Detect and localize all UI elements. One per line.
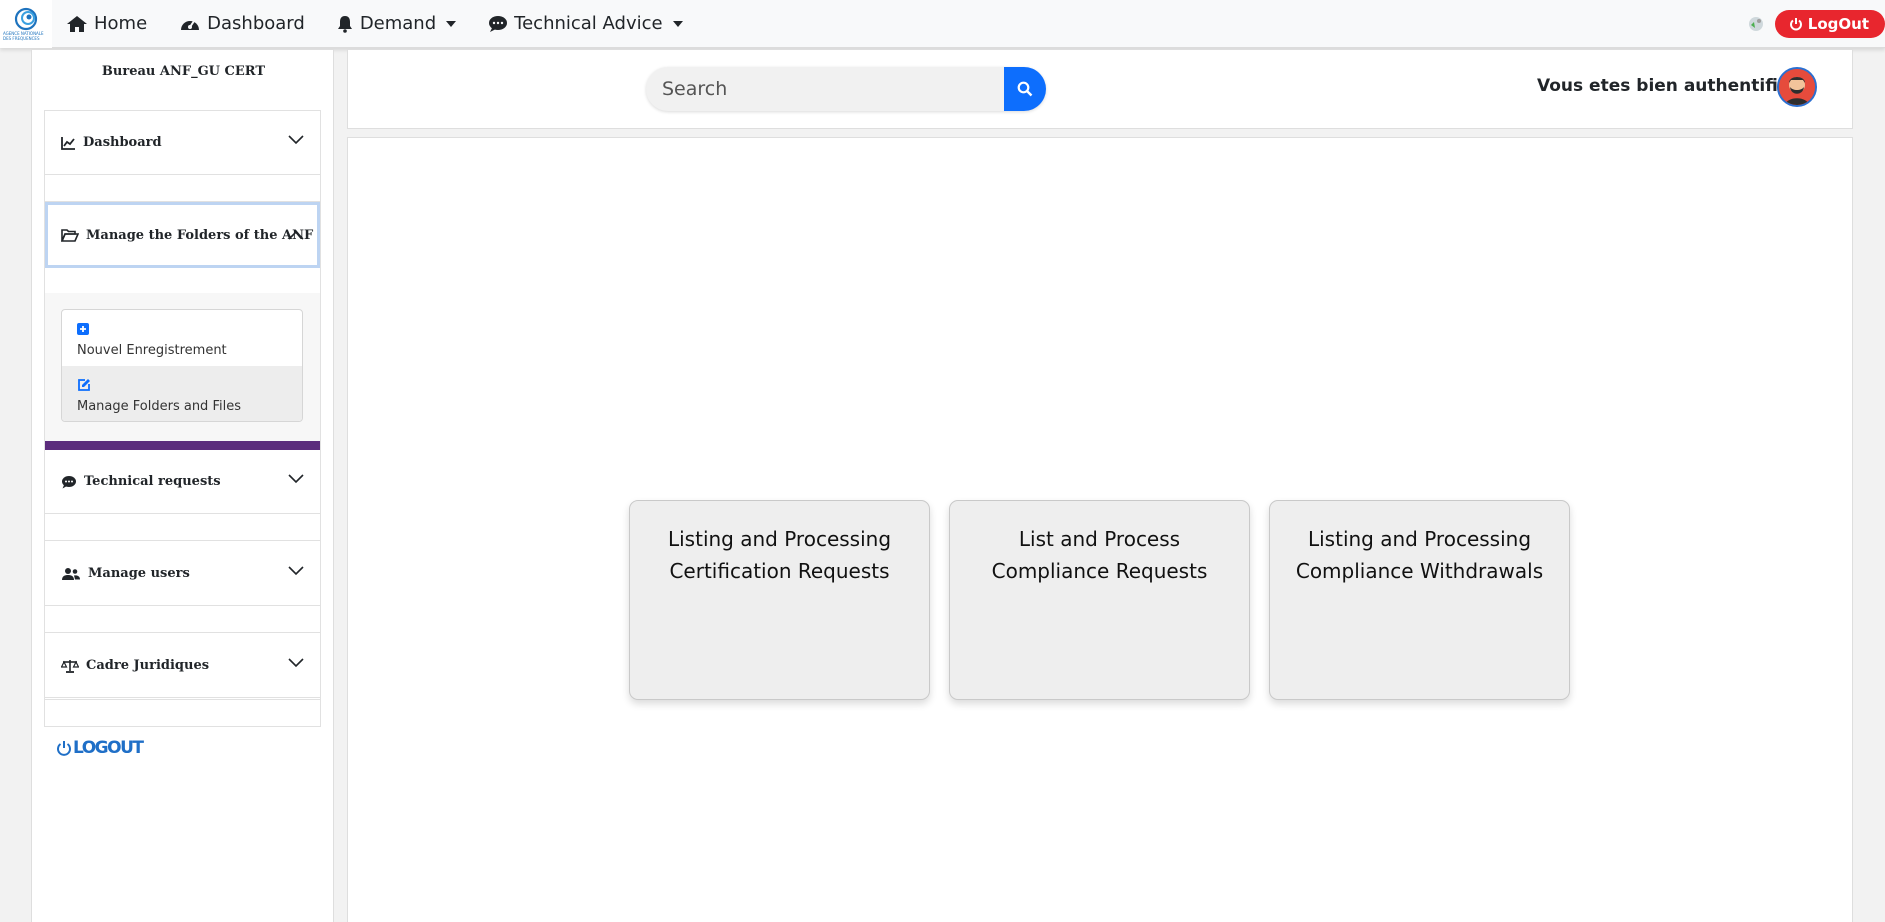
sidebar-item-label: Technical requests (84, 474, 221, 489)
sidebar-item-manage-folders[interactable]: Manage the Folders of the ANF (45, 202, 320, 268)
chevron-down-icon (288, 658, 304, 668)
top-navbar: AGENCE NATIONALE DES FREQUENCES Home Das… (0, 0, 1885, 48)
search-bar (646, 67, 1046, 111)
nav-technical-advice-dropdown[interactable]: Technical Advice (488, 0, 683, 48)
comment-icon (489, 15, 508, 32)
user-avatar-icon (1779, 69, 1815, 105)
folder-open-icon (61, 229, 79, 242)
chart-line-icon (61, 136, 75, 150)
tile-compliance-withdrawals[interactable]: Listing and Processing Compliance Withdr… (1269, 500, 1570, 700)
sidebar-logout-link[interactable]: LOGOUT (56, 738, 144, 758)
logout-button-label: LogOut (1807, 15, 1869, 33)
search-icon (1017, 81, 1033, 97)
divider (45, 632, 320, 633)
nav-home[interactable]: Home (66, 0, 147, 48)
submenu-item-manage-folders-files[interactable]: Manage Folders and Files (62, 366, 302, 421)
balance-scale-icon (61, 659, 79, 673)
bell-icon (337, 15, 352, 33)
comment-icon (62, 475, 76, 488)
manage-folders-submenu: Nouvel Enregistrement Manage Folders and… (45, 293, 320, 441)
nav-home-label: Home (94, 13, 148, 34)
sidebar-item-manage-users[interactable]: Manage users (45, 542, 320, 606)
nav-technical-advice-label: Technical Advice (514, 13, 663, 34)
brand-logo[interactable]: AGENCE NATIONALE DES FREQUENCES (0, 0, 52, 48)
language-globe-icon[interactable] (1737, 5, 1775, 43)
nav-demand-label: Demand (359, 13, 437, 34)
tile-certification-requests[interactable]: Listing and Processing Certification Req… (629, 500, 930, 700)
search-button[interactable] (1004, 67, 1046, 111)
submenu-item-label: Nouvel Enregistrement (77, 343, 227, 358)
submenu-item-nouvel-enregistrement[interactable]: Nouvel Enregistrement (62, 310, 302, 366)
caret-down-icon (446, 20, 457, 27)
chevron-up-icon (288, 230, 304, 240)
nav-demand-dropdown[interactable]: Demand (336, 0, 457, 48)
navbar-right: LogOut (1737, 0, 1885, 48)
caret-down-icon (672, 20, 683, 27)
sidebar-item-technical-requests[interactable]: Technical requests (45, 450, 320, 514)
sidebar-item-cadre-juridiques[interactable]: Cadre Juridiques (45, 634, 320, 698)
brand-text: AGENCE NATIONALE DES FREQUENCES (3, 30, 44, 41)
power-icon (57, 741, 71, 756)
divider (45, 540, 320, 541)
chevron-down-icon (288, 474, 304, 484)
nav-dashboard-label: Dashboard (207, 13, 305, 34)
anf-logo: AGENCE NATIONALE DES FREQUENCES (3, 3, 49, 45)
tile-compliance-requests[interactable]: List and Process Compliance Requests (949, 500, 1250, 700)
submenu-item-label: Manage Folders and Files (77, 399, 241, 414)
logout-button[interactable]: LogOut (1774, 10, 1885, 38)
sidebar-item-label: Cadre Juridiques (86, 658, 210, 673)
sidebar-item-label: Manage the Folders of the ANF (86, 227, 314, 243)
nav-dashboard[interactable]: Dashboard (179, 0, 305, 48)
sidebar-item-label: Dashboard (83, 135, 162, 150)
plus-square-icon (77, 323, 89, 335)
tachometer-icon (181, 19, 200, 30)
sidebar-item-dashboard[interactable]: Dashboard (45, 111, 320, 175)
header-card: Vous etes bien authentifié (347, 49, 1853, 129)
logo-swirl-icon (14, 7, 38, 30)
auth-status-text: Vous etes bien authentifié (1537, 76, 1790, 96)
submenu-list: Nouvel Enregistrement Manage Folders and… (61, 309, 303, 422)
accent-divider (45, 441, 320, 450)
users-icon (62, 567, 80, 580)
chevron-down-icon (288, 135, 304, 145)
main-content: Listing and Processing Certification Req… (347, 137, 1853, 922)
sidebar-logout-label: LOGOUT (73, 738, 144, 758)
bureau-title: Bureau ANF_GU CERT (101, 64, 266, 79)
sidebar-accordion: Dashboard Manage the Folders of the ANF … (44, 110, 321, 727)
avatar[interactable] (1777, 67, 1817, 107)
search-input[interactable] (646, 67, 1006, 111)
edit-icon (78, 379, 90, 391)
chevron-down-icon (288, 566, 304, 576)
divider (45, 699, 320, 700)
sidebar: Bureau ANF_GU CERT Dashboard Manage the … (31, 49, 334, 922)
power-icon (1789, 18, 1802, 31)
sidebar-item-label: Manage users (88, 566, 190, 581)
home-icon (67, 15, 87, 32)
